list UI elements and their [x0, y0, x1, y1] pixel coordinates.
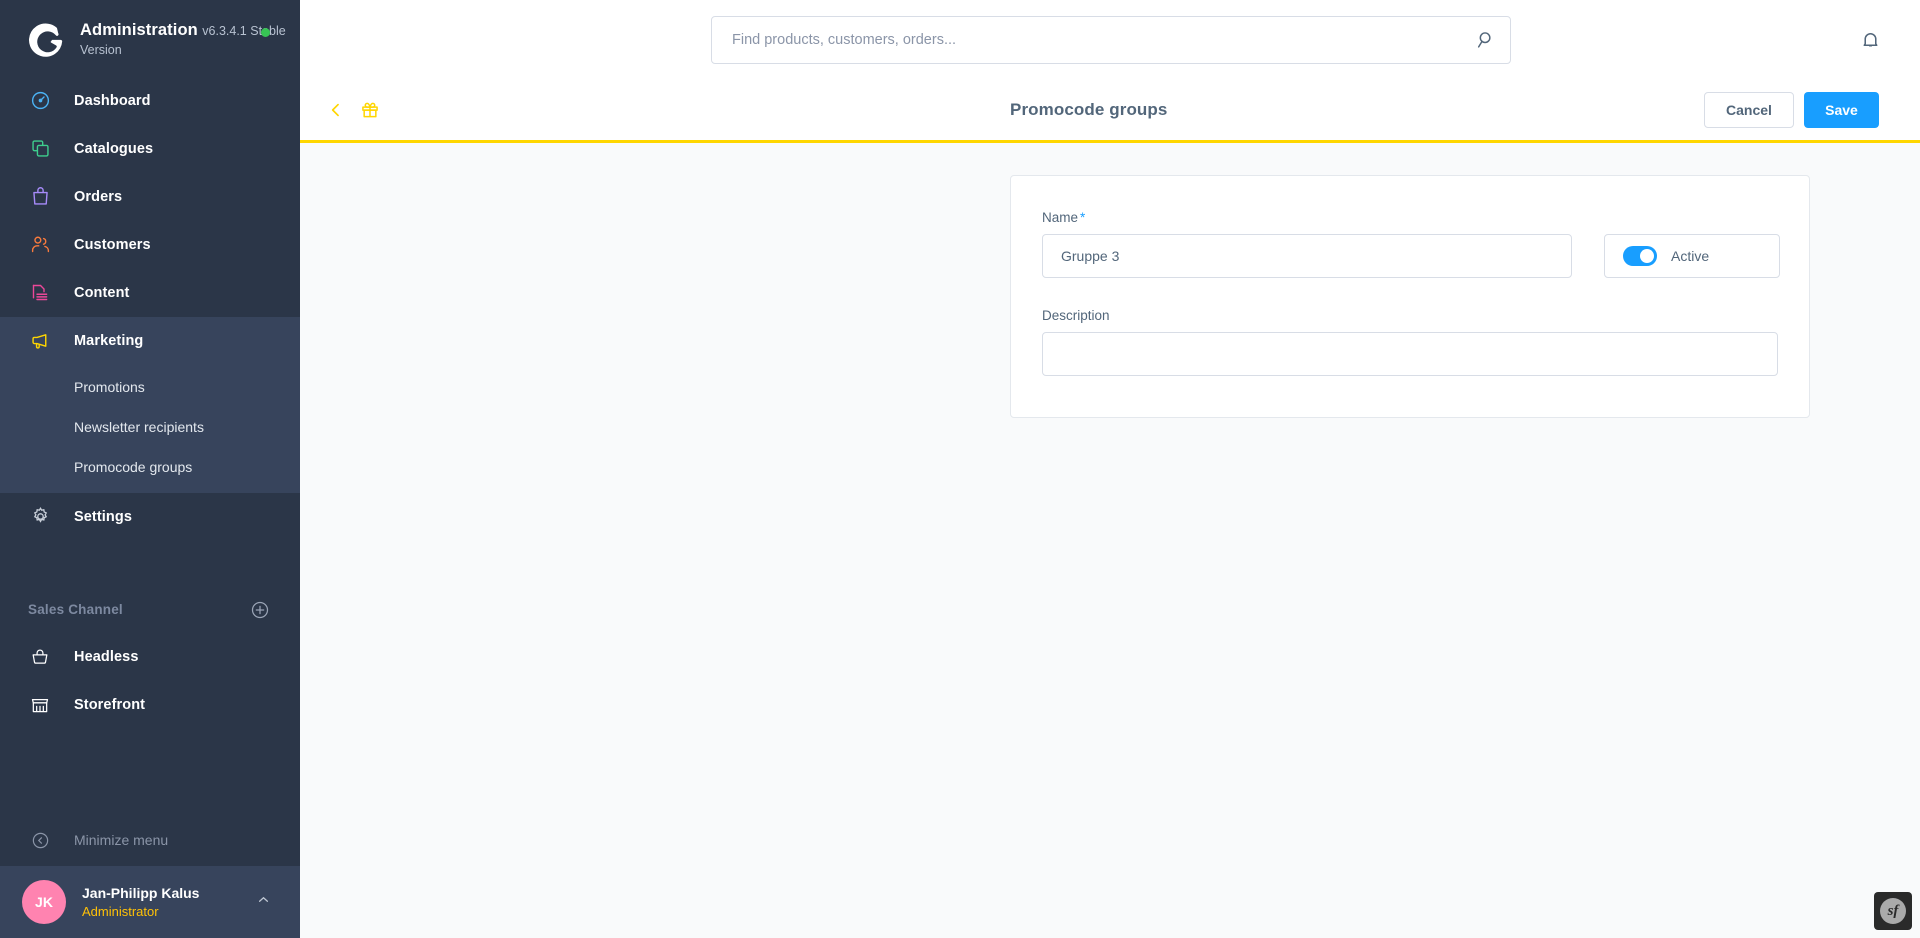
save-button[interactable]: Save	[1804, 92, 1879, 128]
sidebar-item-storefront[interactable]: Storefront	[0, 681, 300, 729]
promocode-group-card: Name* Active Description	[1010, 175, 1810, 418]
sidebar-label: Dashboard	[74, 92, 151, 109]
minimize-menu-label: Minimize menu	[74, 832, 169, 848]
content-area: Name* Active Description	[300, 143, 1920, 938]
global-search	[711, 16, 1511, 64]
main-area: Promocode groups Cancel Save Name*	[300, 0, 1920, 938]
shopware-logo-icon	[28, 20, 66, 58]
gift-icon[interactable]	[360, 100, 380, 120]
app-root: Administration v6.3.4.1 Stable Version D…	[0, 0, 1920, 938]
search-icon[interactable]	[1475, 29, 1497, 51]
active-toggle[interactable]: Active	[1604, 234, 1780, 278]
toggle-switch[interactable]	[1623, 246, 1657, 266]
required-marker: *	[1080, 210, 1086, 225]
sidebar-label: Customers	[74, 236, 151, 253]
brand-header[interactable]: Administration v6.3.4.1 Stable Version	[0, 0, 300, 77]
sidebar-item-settings[interactable]: Settings	[0, 493, 300, 541]
avatar: JK	[22, 880, 66, 924]
bell-icon[interactable]	[1859, 28, 1882, 56]
sidebar-label: Catalogues	[74, 140, 154, 157]
gear-icon	[28, 505, 52, 529]
user-profile-bar[interactable]: JK Jan-Philipp Kalus Administrator	[0, 866, 300, 938]
sidebar-item-marketing[interactable]: Marketing	[0, 316, 300, 365]
user-role: Administrator	[82, 903, 159, 919]
sidebar-item-promocode-groups[interactable]: Promocode groups	[0, 447, 300, 487]
minimize-menu-button[interactable]: Minimize menu	[0, 814, 300, 866]
topbar	[300, 0, 1920, 80]
sidebar-label: Marketing	[74, 332, 144, 349]
description-input[interactable]	[1042, 332, 1778, 376]
chevron-left-icon[interactable]	[326, 100, 346, 120]
brand-title: Administration	[80, 21, 198, 39]
sales-channel-section: Sales Channel	[0, 587, 300, 633]
name-field-group: Name *	[1042, 210, 1572, 278]
name-label-text: Name	[1042, 210, 1079, 225]
sidebar-item-headless[interactable]: Headless	[0, 633, 300, 681]
sidebar-label: Storefront	[74, 696, 146, 713]
sidebar: Administration v6.3.4.1 Stable Version D…	[0, 0, 300, 938]
content-page-icon	[28, 281, 52, 305]
sidebar-item-promotions[interactable]: Promotions	[0, 367, 300, 407]
sidebar-item-newsletter-recipients[interactable]: Newsletter recipients	[0, 407, 300, 447]
status-online-dot	[261, 28, 270, 37]
users-icon	[28, 233, 52, 257]
sidebar-item-content[interactable]: Content	[0, 269, 300, 317]
toggle-knob	[1640, 249, 1654, 263]
page-title: Promocode groups	[1010, 100, 1168, 119]
search-input[interactable]	[711, 16, 1511, 64]
sidebar-label: Headless	[74, 648, 139, 665]
symfony-profiler-label: sf	[1880, 898, 1906, 924]
active-label: Active	[1671, 248, 1710, 264]
speedometer-icon	[28, 89, 52, 113]
description-field-group: Description	[1042, 308, 1778, 381]
shopping-bag-icon	[28, 185, 52, 209]
chevron-left-circle-icon	[28, 828, 52, 852]
sidebar-sublabel: Promotions	[74, 378, 145, 395]
page-header: Promocode groups Cancel Save	[300, 80, 1920, 143]
symfony-profiler-icon[interactable]: sf	[1874, 892, 1912, 930]
name-input[interactable]	[1042, 234, 1572, 278]
sidebar-label: Content	[74, 284, 130, 301]
user-name: Jan-Philipp Kalus	[82, 884, 200, 901]
basket-icon	[28, 645, 52, 669]
name-label: Name *	[1042, 210, 1572, 225]
sidebar-sublabel: Promocode groups	[74, 458, 193, 475]
sidebar-label: Orders	[74, 188, 123, 205]
cancel-button[interactable]: Cancel	[1704, 92, 1794, 128]
sales-channel-title: Sales Channel	[28, 602, 123, 618]
storefront-icon	[28, 693, 52, 717]
sidebar-item-orders[interactable]: Orders	[0, 173, 300, 221]
layers-copy-icon	[28, 137, 52, 161]
sidebar-label: Settings	[74, 508, 132, 525]
main-navigation: Dashboard Catalogues Orders Customers Co…	[0, 77, 300, 541]
sidebar-item-catalogues[interactable]: Catalogues	[0, 125, 300, 173]
description-label: Description	[1042, 308, 1110, 323]
megaphone-icon	[28, 329, 52, 353]
chevron-up-icon[interactable]	[255, 891, 272, 913]
marketing-submenu: Promotions Newsletter recipients Promoco…	[0, 364, 300, 493]
sidebar-sublabel: Newsletter recipients	[74, 418, 204, 435]
sidebar-item-dashboard[interactable]: Dashboard	[0, 77, 300, 125]
name-active-row: Name* Active	[1042, 210, 1780, 278]
plus-circle-icon[interactable]	[250, 600, 270, 620]
sidebar-item-customers[interactable]: Customers	[0, 221, 300, 269]
